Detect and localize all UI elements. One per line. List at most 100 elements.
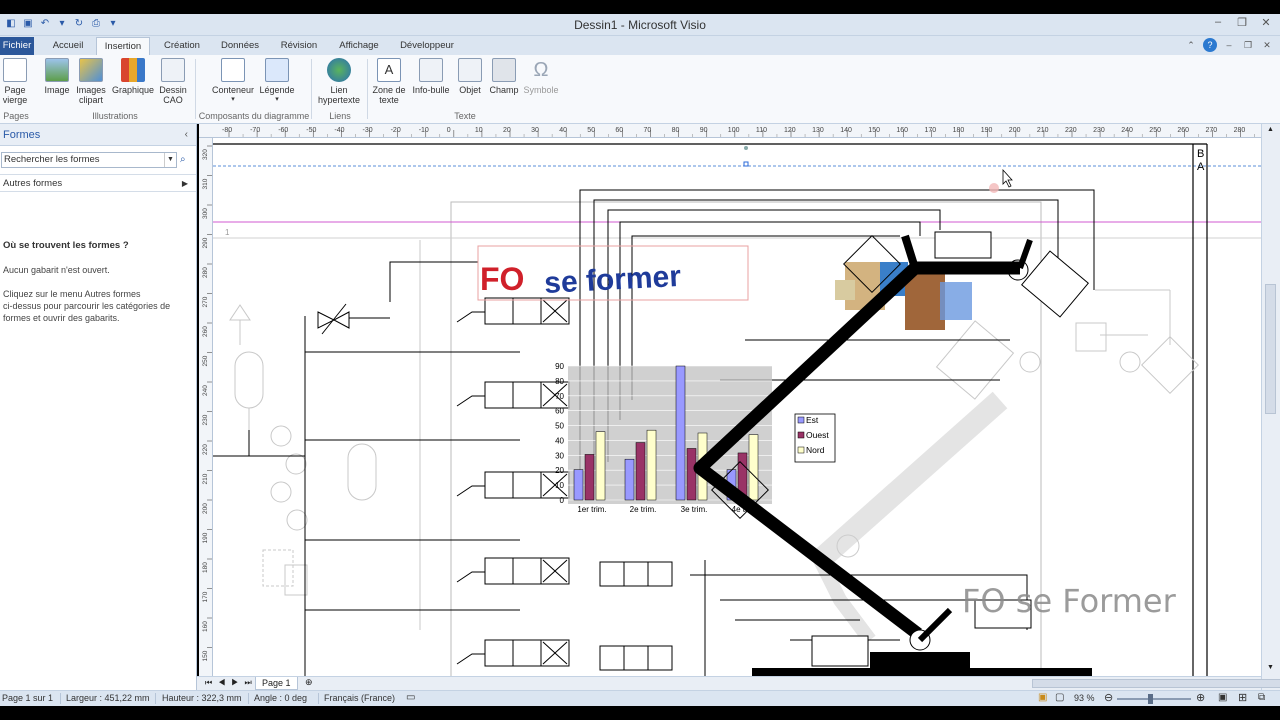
chart-label: Graphique <box>111 85 155 95</box>
symbol-button[interactable]: Ω Symbole <box>522 58 560 95</box>
tab-file[interactable]: Fichier <box>0 37 34 55</box>
page-nav-icons[interactable]: ⏮◀▶⏭ <box>205 678 258 688</box>
status-page[interactable]: Page 1 sur 1 <box>2 693 53 703</box>
logo-text-fo: FO <box>480 261 524 297</box>
field-button[interactable]: Champ <box>488 58 520 95</box>
status-language[interactable]: Français (France) <box>324 693 395 703</box>
ruler-label: 240 <box>202 385 209 396</box>
pan-zoom-icon[interactable]: ⊞ <box>1238 691 1247 704</box>
vertical-ruler-ticks: 320 310 300 290 280 270 260 250 240 230 220 210 200 1… <box>202 145 212 662</box>
horizontal-scrollbar[interactable] <box>932 679 1280 689</box>
search-dropdown-icon[interactable]: ▼ <box>164 153 176 167</box>
drawing-svg: 1 B A FO se former 0102030405060708090 1… <box>213 143 1261 676</box>
drawing-canvas[interactable]: 1 B A FO se former 0 10 20 30 40 50 60 7… <box>213 138 1261 676</box>
more-shapes-menu[interactable]: Autres formes ▶ <box>0 174 196 192</box>
screen-top-edge <box>0 0 1280 14</box>
ruler-label: 260 <box>1177 127 1189 134</box>
chart-y-tick-label: 30 <box>555 451 564 460</box>
fit-page-icon[interactable]: ▣ <box>1218 692 1227 703</box>
doc-restore-icon[interactable]: ❐ <box>1241 38 1255 52</box>
zoom-slider[interactable] <box>1117 698 1191 700</box>
macro-record-icon[interactable]: ▭ <box>406 692 415 703</box>
ruler-label: 200 <box>202 503 209 514</box>
tooltip-button[interactable]: Info-bulle <box>410 58 452 95</box>
shape-search-input[interactable]: Rechercher les formes ▼ <box>1 152 177 168</box>
container-dropdown-icon[interactable]: ▾ <box>210 95 256 105</box>
ruler-label: 150 <box>868 127 880 134</box>
page-tab-1[interactable]: Page 1 <box>255 677 298 690</box>
textbox-button[interactable]: A Zone de texte <box>370 58 408 105</box>
vertical-ruler[interactable]: 320 310 300 290 280 270 260 250 240 230 220 210 200 1… <box>199 138 213 676</box>
switch-windows-icon[interactable]: ⧉ <box>1258 692 1265 703</box>
search-icon[interactable]: ⌕ <box>180 154 186 165</box>
vertical-scroll-thumb[interactable] <box>1265 284 1276 414</box>
help-icon[interactable]: ? <box>1203 38 1217 52</box>
image-button[interactable]: Image <box>42 58 72 95</box>
scroll-down-icon[interactable]: ▼ <box>1267 664 1274 671</box>
restore-button[interactable]: ❐ <box>1234 16 1250 30</box>
collapse-panel-icon[interactable]: ‹ <box>185 124 188 146</box>
tab-developer[interactable]: Développeur <box>394 37 460 55</box>
horizontal-scroll-thumb[interactable] <box>1032 679 1280 688</box>
selection-handle[interactable] <box>744 146 748 150</box>
status-height[interactable]: Hauteur : 322,3 mm <box>162 693 242 703</box>
chart-y-tick-label: 80 <box>555 377 564 386</box>
object-button[interactable]: Objet <box>456 58 484 95</box>
clipart-icon <box>79 58 103 82</box>
minimize-ribbon-icon[interactable]: ⌃ <box>1184 38 1198 52</box>
hyperlink-button[interactable]: Lien hypertexte <box>316 58 362 105</box>
ribbon-insert: Page vierge Image Images clipart Graphiq… <box>0 55 1280 124</box>
horizontal-ruler[interactable]: -80 -70 -60 -50 -40 -30 -20 -10 0 10 20 30 40 50 60 70 8… <box>199 124 1261 138</box>
insert-page-icon[interactable]: ⊕ <box>305 677 313 688</box>
ribbon-separator <box>311 59 312 119</box>
shapes-question: Où se trouvent les formes ? <box>3 240 129 251</box>
clipart-button[interactable]: Images clipart <box>74 58 108 105</box>
chart-bar <box>584 454 595 501</box>
ruler-label: 250 <box>202 355 209 366</box>
help-text-line2: ci-dessus pour parcourir les catégories … <box>3 301 171 311</box>
zoom-level[interactable]: 93 % <box>1074 693 1095 703</box>
tab-home[interactable]: Accueil <box>46 37 90 55</box>
help-text-line1: Cliquez sur le menu Autres formes <box>3 289 141 299</box>
tab-insert[interactable]: Insertion <box>96 37 150 55</box>
blank-page-button[interactable]: Page vierge <box>1 58 29 105</box>
container-button[interactable]: Conteneur ▾ <box>210 58 256 105</box>
zoom-in-icon[interactable]: ⊕ <box>1196 691 1205 704</box>
ruler-label: -10 <box>419 127 429 134</box>
chart-icon <box>121 58 145 82</box>
chart-button[interactable]: Graphique <box>110 58 156 95</box>
ruler-label: 210 <box>202 473 209 484</box>
vertical-scrollbar[interactable]: ▲ ▼ <box>1261 124 1280 690</box>
chart-y-tick-label: 60 <box>555 407 564 416</box>
tab-data[interactable]: Données <box>216 37 264 55</box>
tab-design[interactable]: Création <box>158 37 206 55</box>
callout-button[interactable]: Légende ▾ <box>258 58 296 105</box>
callout-dropdown-icon[interactable]: ▾ <box>258 95 296 105</box>
zoom-out-icon[interactable]: ⊖ <box>1104 691 1113 704</box>
tab-view[interactable]: Affichage <box>334 37 384 55</box>
title-bar: ◧ ▣ ↶ ▾ ↻ ⎙ ▾ Dessin1 - Microsoft Visio … <box>0 14 1280 36</box>
status-width[interactable]: Largeur : 451,22 mm <box>66 693 150 703</box>
zoom-slider-knob[interactable] <box>1148 694 1153 704</box>
selection-handle[interactable] <box>743 161 749 167</box>
doc-close-icon[interactable]: ✕ <box>1260 38 1274 52</box>
chart-legend-label: Ouest <box>806 430 829 440</box>
chart-bar <box>573 469 584 501</box>
status-angle[interactable]: Angle : 0 deg <box>254 693 307 703</box>
minimize-button[interactable]: – <box>1210 16 1226 30</box>
ruler-label: 130 <box>812 127 824 134</box>
close-button[interactable]: ✕ <box>1258 16 1274 30</box>
full-screen-icon[interactable]: ▢ <box>1055 692 1064 703</box>
doc-minimize-icon[interactable]: – <box>1222 38 1236 52</box>
blank-page-icon <box>3 58 27 82</box>
cad-button[interactable]: Dessin CAO <box>158 58 188 105</box>
frame-letter-a: A <box>1197 161 1205 173</box>
window-controls: – ❐ ✕ <box>1210 16 1274 30</box>
ruler-label: 80 <box>672 127 680 134</box>
tab-review[interactable]: Révision <box>274 37 324 55</box>
ruler-label: 230 <box>202 414 209 425</box>
group-text-label: Texte <box>454 111 476 121</box>
ruler-label: 310 <box>202 178 209 189</box>
full-page-view-icon[interactable]: ▣ <box>1038 692 1047 703</box>
scroll-up-icon[interactable]: ▲ <box>1267 126 1274 133</box>
